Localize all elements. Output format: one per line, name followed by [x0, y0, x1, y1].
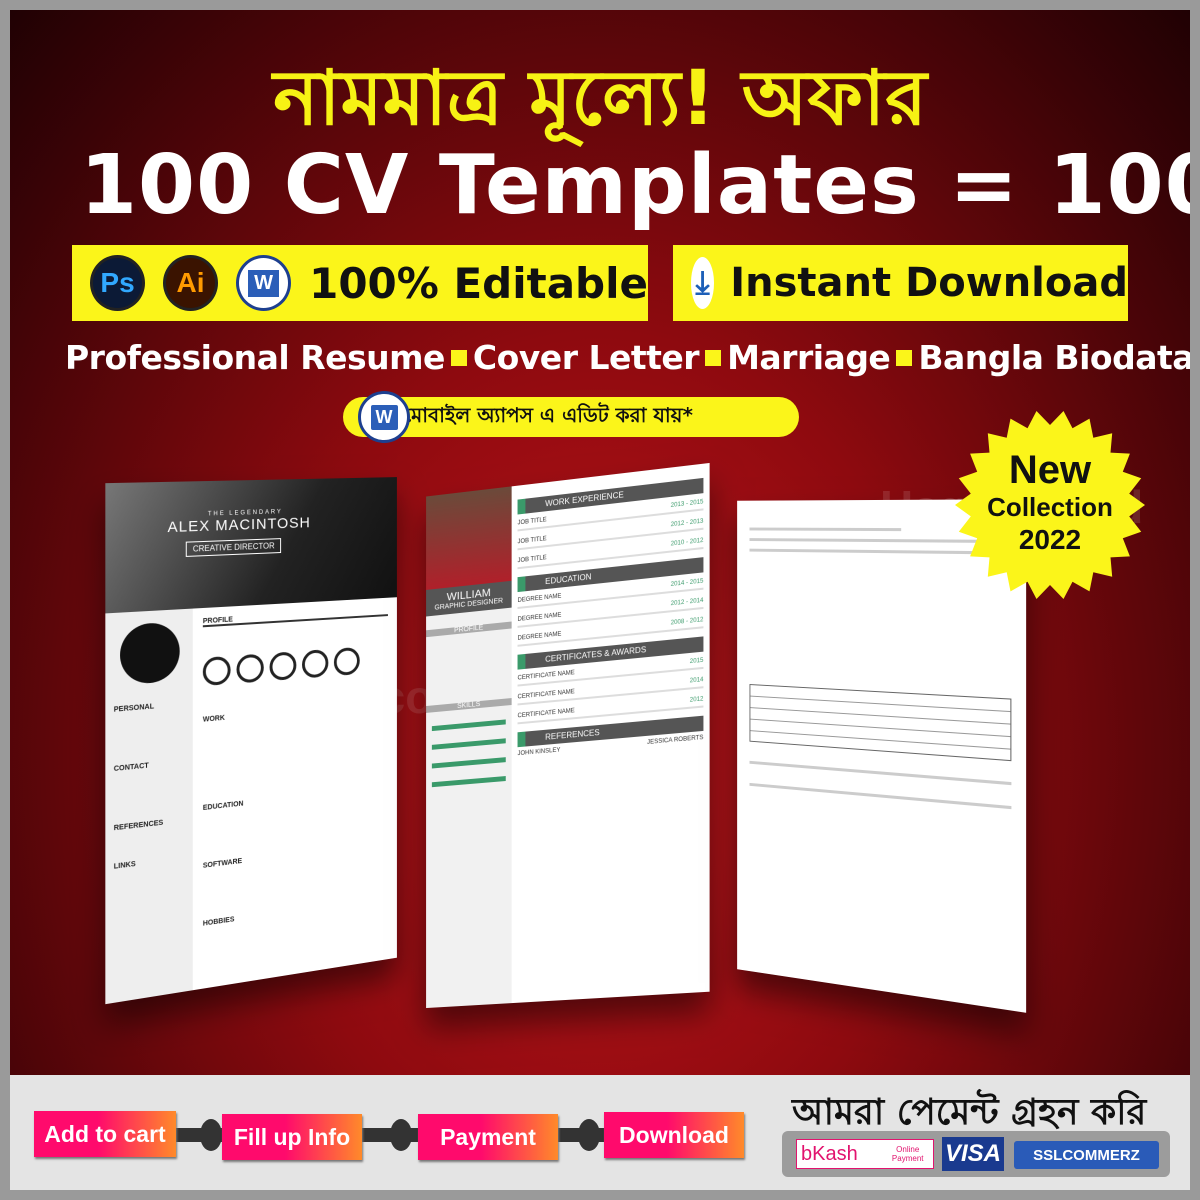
mobile-note: মোবাইল অ্যাপস এ এডিট করা যায়* — [343, 397, 799, 437]
separator — [705, 350, 721, 366]
connector — [170, 1128, 230, 1142]
download-label: Instant Download — [730, 260, 1128, 306]
visa-logo: VISA — [942, 1137, 1004, 1171]
category: Marriage — [727, 338, 890, 377]
cv-preview-2: WILLIAM GRAPHIC DESIGNER PROFILE SKILLS W… — [426, 463, 710, 1008]
headline-text: 100 CV Templates = 100 — [80, 138, 1190, 233]
category: Bangla Biodata — [918, 338, 1190, 377]
download-icon: ⤓ — [691, 257, 714, 309]
word-icon: W — [358, 391, 410, 443]
connector — [360, 1128, 420, 1142]
mobile-note-text: মোবাইল অ্যাপস এ এডিট করা যায়* — [403, 401, 693, 434]
sslcommerz-logo: SSLCOMMERZ — [1014, 1141, 1159, 1169]
step-fill-up-info[interactable]: Fill up Info — [222, 1114, 362, 1160]
payment-methods: bKash Online Payment VISA SSLCOMMERZ — [782, 1131, 1170, 1177]
editable-box: Ps Ai W 100% Editable — [72, 245, 648, 321]
category: Professional Resume — [65, 338, 445, 377]
separator — [451, 350, 467, 366]
word-icon: W — [236, 255, 291, 311]
photoshop-icon: Ps — [90, 255, 145, 311]
cv-name: ALEX MACINTOSH — [168, 512, 397, 537]
category-list: Professional Resume Cover Letter Marriag… — [65, 338, 1190, 377]
cv-preview-1: THE LEGENDARY ALEX MACINTOSH CREATIVE DI… — [105, 477, 397, 1004]
separator — [896, 350, 912, 366]
illustrator-icon: Ai — [163, 255, 218, 311]
step-payment[interactable]: Payment — [418, 1114, 558, 1160]
step-add-to-cart[interactable]: Add to cart — [34, 1111, 176, 1157]
category: Cover Letter — [473, 338, 699, 377]
headline-english: 100 CV Templates = 100 Tk — [80, 138, 1190, 233]
bkash-logo: bKash Online Payment — [796, 1139, 934, 1169]
footer-bar: Add to cart Fill up Info Payment Downloa… — [10, 1075, 1190, 1190]
step-download[interactable]: Download — [604, 1112, 744, 1158]
new-collection-badge: New Collection 2022 — [955, 410, 1145, 600]
download-box: ⤓ Instant Download — [673, 245, 1128, 321]
connector — [550, 1128, 610, 1142]
banner: Haq.com.bd Haq.com.bd Haq.com.bd নামমাত্… — [10, 10, 1190, 1075]
editable-label: 100% Editable — [309, 259, 648, 308]
